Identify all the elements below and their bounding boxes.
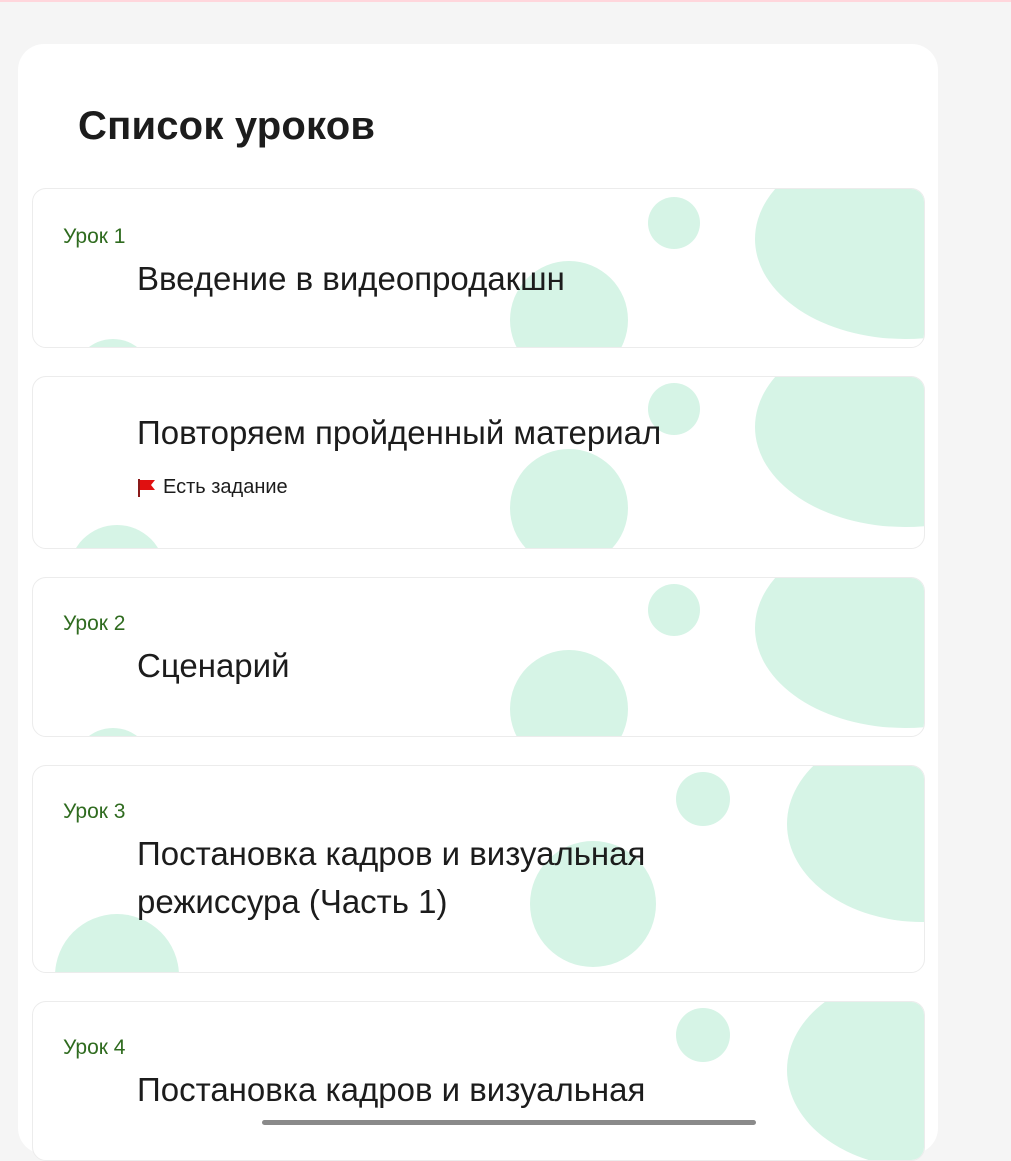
decor-bubble <box>648 584 700 636</box>
decor-bubble <box>510 449 628 548</box>
task-indicator: Есть задание <box>137 476 288 499</box>
lesson-number: Урок 2 <box>63 612 126 635</box>
top-status-line <box>0 0 1011 2</box>
decor-bubble <box>69 525 165 548</box>
home-indicator[interactable] <box>262 1120 756 1125</box>
page-title: Список уроков <box>78 104 376 148</box>
lesson-number: Урок 3 <box>63 800 126 823</box>
lesson-card-3[interactable]: Урок 3 Постановка кадров и визуальная ре… <box>32 765 925 973</box>
task-label: Есть задание <box>163 476 288 498</box>
lesson-title: Введение в видеопродакшн <box>137 260 565 297</box>
lesson-title: Сценарий <box>137 647 290 684</box>
decor-bubble <box>755 578 924 728</box>
decor-bubble <box>755 377 924 527</box>
decor-bubble <box>787 1002 924 1160</box>
lesson-title: Постановка кадров и визуальная <box>137 1071 646 1108</box>
lesson-card-4[interactable]: Урок 4 Постановка кадров и визуальная <box>32 1001 925 1161</box>
decor-bubble <box>676 772 730 826</box>
decor-bubble <box>73 339 153 347</box>
lesson-number: Урок 4 <box>63 1036 126 1059</box>
flag-icon <box>138 478 155 497</box>
lessons-panel: Список уроков Урок 1 Введение в видеопро… <box>18 44 938 1161</box>
lesson-title: Повторяем пройденный материал <box>137 414 662 451</box>
lesson-card-1[interactable]: Урок 1 Введение в видеопродакшн <box>32 188 925 348</box>
decor-bubble <box>755 189 924 339</box>
lesson-card-2[interactable]: Урок 2 Сценарий <box>32 577 925 737</box>
lesson-title: Постановка кадров и визуальная режиссура… <box>137 835 646 920</box>
lesson-card-review[interactable]: Повторяем пройденный материал Есть задан… <box>32 376 925 549</box>
lesson-number: Урок 1 <box>63 225 126 248</box>
decor-bubble <box>676 1008 730 1062</box>
decor-bubble <box>648 197 700 249</box>
decor-bubble <box>787 766 924 922</box>
decor-bubble <box>73 728 153 736</box>
